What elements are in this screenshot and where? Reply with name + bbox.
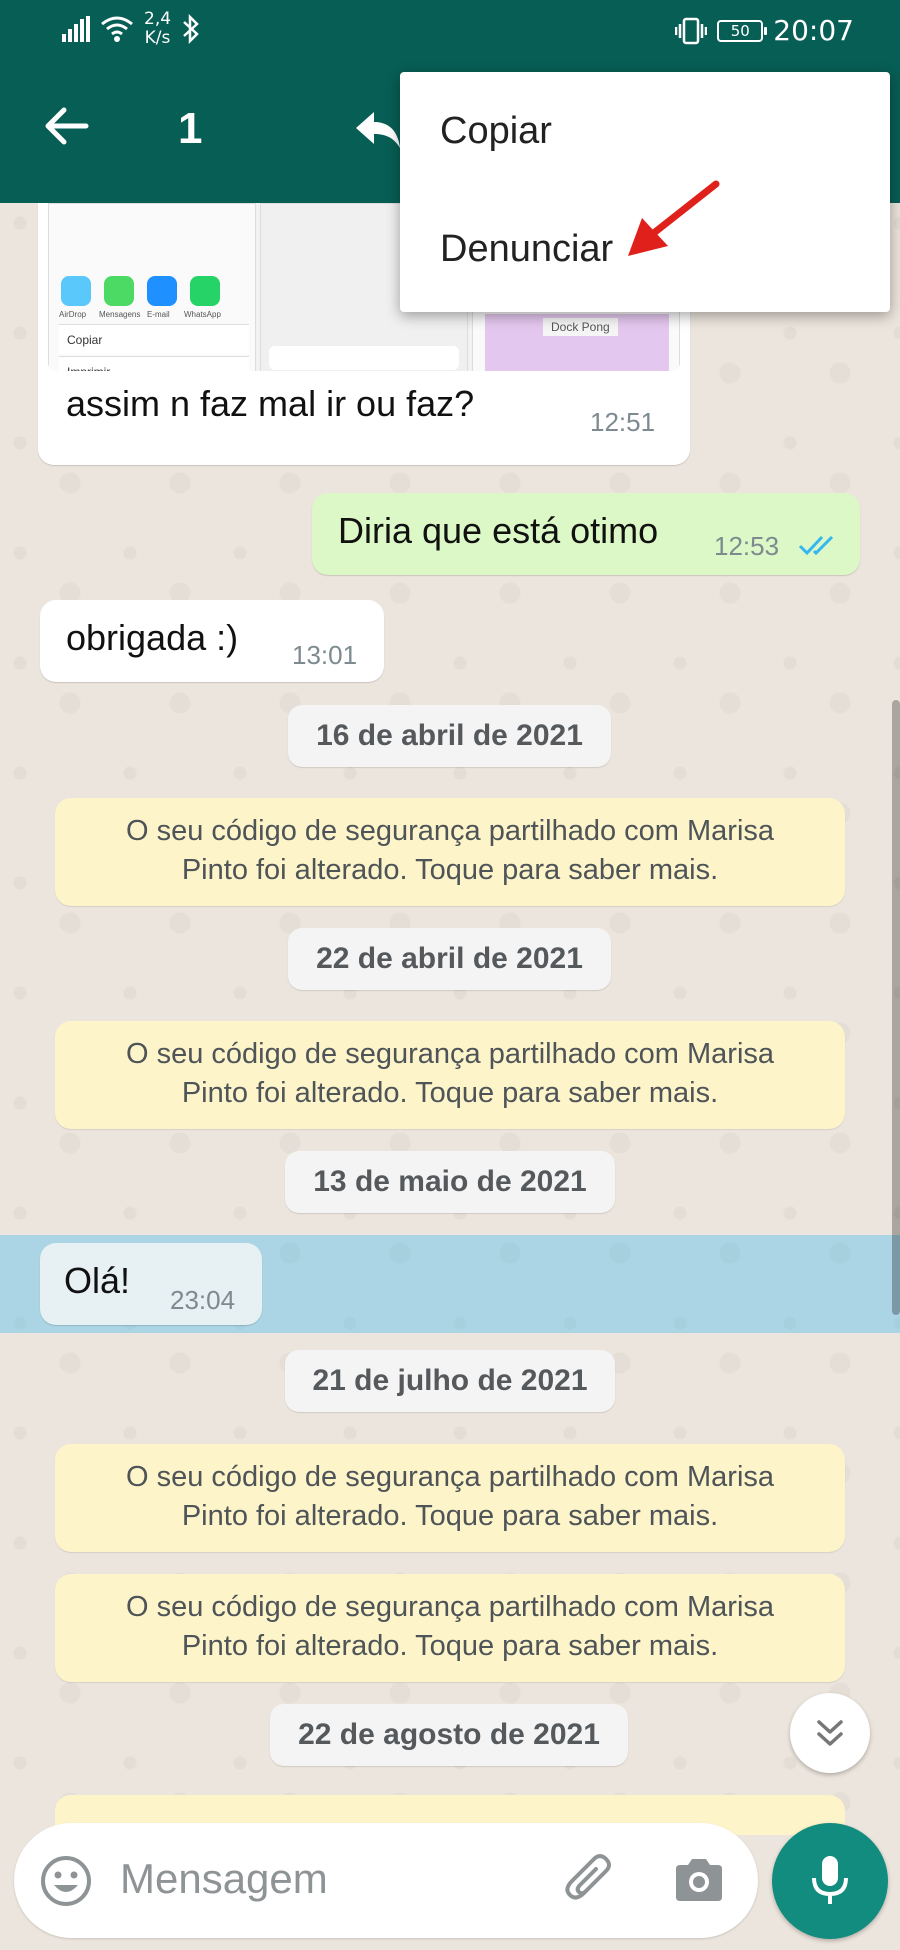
network-speed: 2,4 K/s bbox=[144, 9, 172, 48]
battery-icon: 50 bbox=[717, 19, 768, 42]
camera-icon[interactable] bbox=[672, 1855, 726, 1905]
status-time: 20:07 bbox=[773, 14, 854, 47]
date-separator: 13 de maio de 2021 bbox=[285, 1151, 615, 1213]
red-annotation-arrow bbox=[628, 180, 720, 256]
date-separator: 21 de julho de 2021 bbox=[285, 1350, 615, 1412]
dock-pong-label: Dock Pong bbox=[543, 318, 618, 336]
message-text: Olá! bbox=[64, 1260, 131, 1301]
notice-line: Pinto foi alterado. Toque para saber mai… bbox=[181, 1077, 719, 1109]
chat-area[interactable]: AirDrop Mensagens E-mail WhatsApp Copiar… bbox=[0, 203, 900, 1823]
message-input[interactable]: Mensagem bbox=[120, 1855, 328, 1903]
bluetooth-icon bbox=[183, 14, 199, 44]
image-bar bbox=[269, 346, 459, 370]
security-code-notice[interactable]: O seu código de segurança partilhado com… bbox=[55, 798, 845, 906]
message-text: Diria que está otimo bbox=[338, 510, 659, 551]
image-print-row: Imprimir bbox=[59, 356, 249, 371]
message-input-bar[interactable]: Mensagem bbox=[14, 1823, 758, 1938]
read-receipt-icon bbox=[798, 535, 834, 556]
app-label: Mensagens bbox=[99, 310, 141, 319]
mail-app-icon bbox=[147, 276, 177, 306]
airdrop-app-icon bbox=[61, 276, 91, 306]
whatsapp-app-icon bbox=[190, 276, 220, 306]
back-arrow-icon[interactable] bbox=[40, 100, 92, 152]
date-separator: 16 de abril de 2021 bbox=[288, 705, 611, 767]
status-bar: 2,4 K/s 50 20:07 bbox=[0, 0, 900, 60]
date-separator: 22 de abril de 2021 bbox=[288, 928, 611, 990]
notice-line: O seu código de segurança partilhado com… bbox=[125, 815, 775, 847]
signal-icon bbox=[62, 16, 90, 42]
message-time: 13:01 bbox=[292, 640, 358, 670]
image-panel-share-sheet: AirDrop Mensagens E-mail WhatsApp Copiar… bbox=[48, 203, 256, 371]
paperclip-icon[interactable] bbox=[562, 1853, 618, 1909]
date-separator: 22 de agosto de 2021 bbox=[270, 1704, 628, 1766]
app-label: E-mail bbox=[147, 310, 170, 319]
notice-line: Pinto foi alterado. Toque para saber mai… bbox=[181, 1630, 719, 1662]
security-code-notice[interactable]: O seu código de segurança partilhado com… bbox=[55, 1021, 845, 1129]
reply-icon[interactable] bbox=[352, 104, 404, 156]
wifi-icon bbox=[101, 16, 133, 42]
image-copy-row: Copiar bbox=[59, 324, 249, 354]
security-code-notice[interactable]: O seu código de segurança partilhado com… bbox=[55, 1574, 845, 1682]
notice-line: O seu código de segurança partilhado com… bbox=[125, 1461, 775, 1493]
app-label: WhatsApp bbox=[184, 310, 221, 319]
microphone-icon bbox=[812, 1856, 848, 1904]
message-time: 23:04 bbox=[170, 1285, 236, 1315]
menu-item-copy[interactable]: Copiar bbox=[440, 110, 552, 153]
message-time: 12:53 bbox=[714, 531, 780, 561]
message-bubble-incoming-selected[interactable]: Olá! 23:04 bbox=[40, 1243, 262, 1325]
voice-record-button[interactable] bbox=[772, 1823, 888, 1939]
security-code-notice[interactable]: O seu código de segurança partilhado com… bbox=[55, 1444, 845, 1552]
menu-item-report[interactable]: Denunciar bbox=[440, 228, 613, 271]
vibrate-icon bbox=[675, 17, 708, 44]
message-bubble-outgoing[interactable]: Diria que está otimo 12:53 bbox=[312, 493, 860, 575]
selected-count: 1 bbox=[178, 104, 203, 153]
double-chevron-down-icon bbox=[817, 1720, 843, 1746]
notice-line: O seu código de segurança partilhado com… bbox=[125, 1038, 775, 1070]
scroll-to-bottom-button[interactable] bbox=[790, 1693, 870, 1773]
message-text: assim n faz mal ir ou faz? bbox=[66, 383, 475, 424]
app-label: AirDrop bbox=[59, 310, 87, 319]
messages-app-icon bbox=[104, 276, 134, 306]
message-bubble-incoming[interactable]: obrigada :) 13:01 bbox=[40, 600, 384, 682]
emoji-icon[interactable] bbox=[38, 1853, 94, 1909]
notice-line: O seu código de segurança partilhado com… bbox=[125, 1591, 775, 1623]
message-time: 12:51 bbox=[590, 407, 656, 437]
notice-line: Pinto foi alterado. Toque para saber mai… bbox=[181, 854, 719, 886]
scrollbar[interactable] bbox=[892, 700, 900, 1315]
message-text: obrigada :) bbox=[66, 617, 239, 658]
notice-line: Pinto foi alterado. Toque para saber mai… bbox=[181, 1500, 719, 1532]
